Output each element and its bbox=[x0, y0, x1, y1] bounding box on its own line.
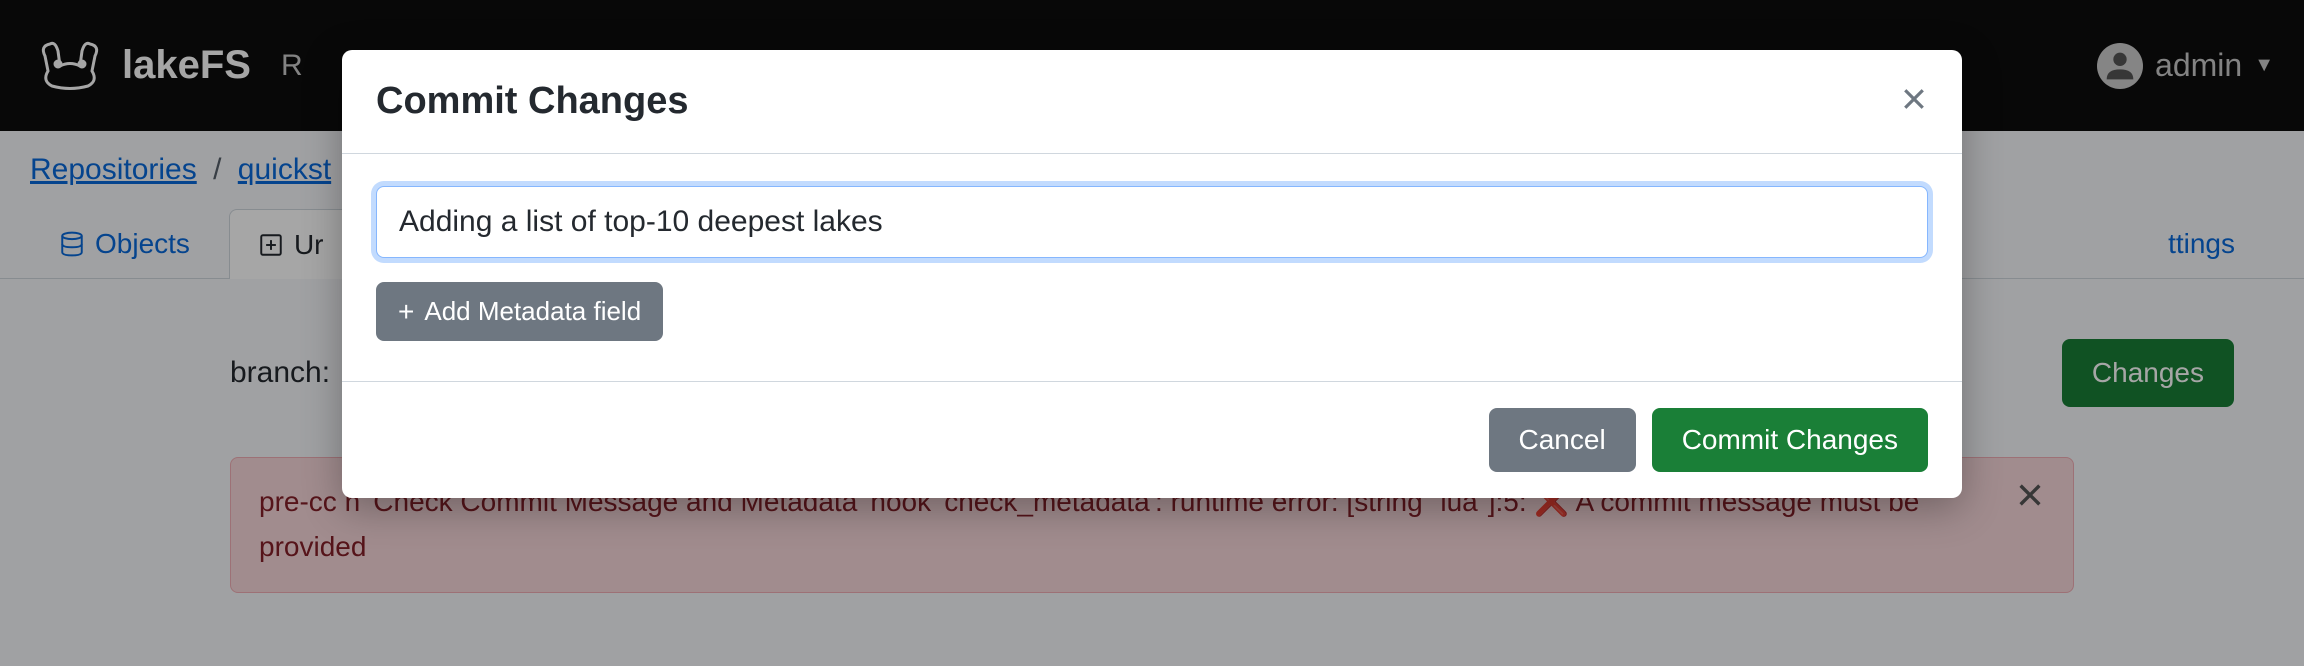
modal-header: Commit Changes bbox=[342, 50, 1962, 154]
plus-icon: + bbox=[398, 298, 414, 326]
modal-overlay[interactable]: Commit Changes + Add Metadata field Canc… bbox=[0, 0, 2304, 666]
modal-footer: Cancel Commit Changes bbox=[342, 381, 1962, 498]
modal-body: + Add Metadata field bbox=[342, 154, 1962, 381]
commit-modal: Commit Changes + Add Metadata field Canc… bbox=[342, 50, 1962, 498]
close-icon[interactable] bbox=[1900, 85, 1928, 118]
commit-changes-button[interactable]: Commit Changes bbox=[1652, 408, 1928, 472]
add-metadata-button[interactable]: + Add Metadata field bbox=[376, 282, 663, 341]
modal-title: Commit Changes bbox=[376, 80, 688, 123]
commit-message-input[interactable] bbox=[376, 186, 1928, 258]
cancel-button[interactable]: Cancel bbox=[1489, 408, 1636, 472]
add-metadata-label: Add Metadata field bbox=[424, 296, 641, 327]
